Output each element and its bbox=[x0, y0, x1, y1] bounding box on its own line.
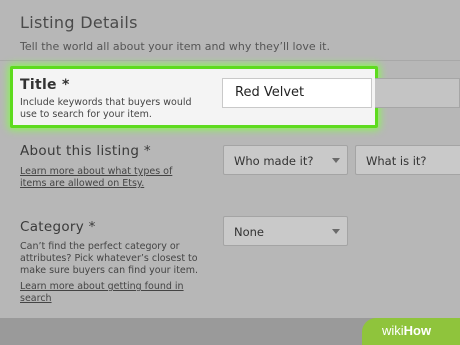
chevron-down-icon bbox=[332, 229, 340, 234]
category-label: Category * bbox=[20, 219, 96, 235]
about-label: About this listing * bbox=[20, 143, 151, 159]
about-learn-more-link[interactable]: Learn more about what types of items are… bbox=[20, 166, 195, 190]
title-input[interactable]: Red Velvet bbox=[222, 78, 372, 108]
title-help-text: Include keywords that buyers would use t… bbox=[20, 97, 192, 120]
chevron-down-icon bbox=[332, 158, 340, 163]
title-label: Title * bbox=[20, 77, 70, 93]
section-subtitle: Tell the world all about your item and w… bbox=[20, 40, 330, 53]
who-made-it-select[interactable]: Who made it? bbox=[223, 145, 348, 175]
wikihow-watermark: wikiHow bbox=[362, 318, 460, 345]
title-input-extension[interactable] bbox=[375, 78, 460, 108]
watermark-prefix: wiki bbox=[382, 323, 404, 338]
listing-details-panel: Listing Details Tell the world all about… bbox=[0, 0, 460, 318]
what-is-it-value: What is it? bbox=[366, 154, 427, 168]
category-value: None bbox=[234, 225, 265, 239]
what-is-it-select[interactable]: What is it? bbox=[355, 145, 460, 175]
category-help-text: Can’t find the perfect category or attri… bbox=[20, 241, 199, 276]
divider bbox=[0, 60, 460, 61]
category-select[interactable]: None bbox=[223, 216, 348, 246]
section-title: Listing Details bbox=[20, 13, 138, 32]
category-learn-more-link[interactable]: Learn more about getting found in search bbox=[20, 281, 210, 305]
watermark-suffix: How bbox=[403, 323, 432, 338]
who-made-it-value: Who made it? bbox=[234, 154, 314, 168]
